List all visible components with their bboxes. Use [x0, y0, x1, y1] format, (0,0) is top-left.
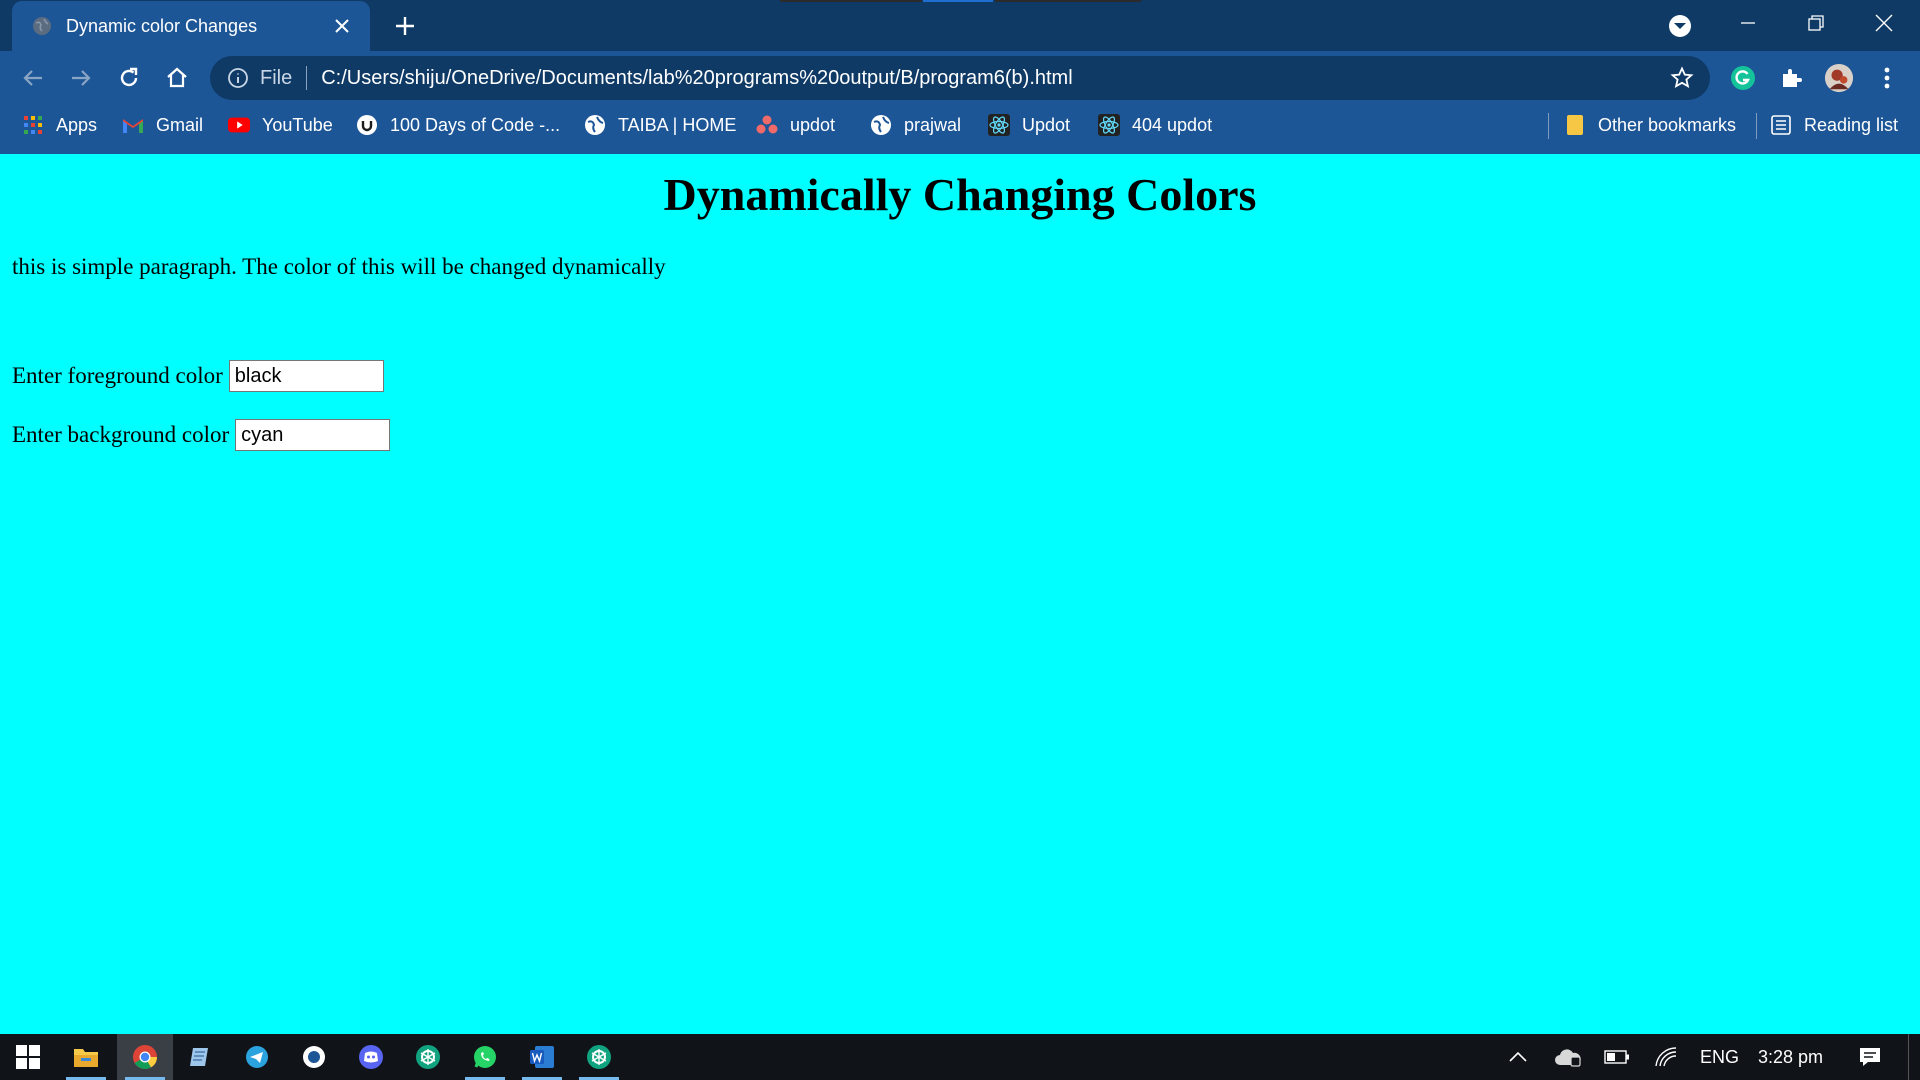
bookmark-gmail[interactable]: Gmail [122, 105, 203, 145]
bookmark-updot[interactable]: updot [756, 105, 835, 145]
address-scheme: File [260, 66, 293, 89]
close-window-button[interactable] [1850, 0, 1918, 46]
notifications-icon[interactable] [1858, 1034, 1882, 1080]
sample-paragraph: this is simple paragraph. The color of t… [12, 254, 666, 279]
globe-icon [33, 17, 51, 35]
info-icon[interactable] [226, 66, 250, 90]
telegram-taskbar-icon[interactable] [229, 1034, 285, 1080]
tab-title: Dynamic color Changes [66, 15, 258, 36]
react-icon [988, 114, 1010, 136]
bookmark-taiba-home[interactable]: TAIBA | HOME [584, 105, 736, 145]
battery-icon[interactable] [1604, 1034, 1630, 1080]
close-tab-icon[interactable] [328, 12, 356, 40]
youtube-icon [228, 114, 250, 136]
bookmark-label: prajwal [904, 114, 962, 135]
tab-active[interactable]: Dynamic color Changes [12, 1, 370, 51]
restore-button[interactable] [1782, 0, 1850, 46]
apps-grid-icon [22, 114, 44, 136]
bookmark-updot-react[interactable]: Updot [988, 105, 1070, 145]
bookmark-label: 404 updot [1132, 114, 1213, 135]
address-bar[interactable]: File C:/Users/shiju/OneDrive/Documents/l… [210, 56, 1710, 100]
browser-toolbar: File C:/Users/shiju/OneDrive/Documents/l… [0, 51, 1920, 105]
reading-list-icon [1770, 114, 1792, 136]
grammarly-extension-icon[interactable] [1728, 63, 1758, 93]
bookmark-label: Gmail [156, 114, 204, 135]
address-divider [306, 66, 308, 90]
notes-taskbar-icon[interactable] [172, 1034, 228, 1080]
chatgpt-taskbar-icon[interactable] [400, 1034, 456, 1080]
bookmarks-divider [1756, 113, 1757, 139]
whatsapp-taskbar-icon[interactable] [457, 1034, 513, 1080]
bookmark-prajwal[interactable]: prajwal [870, 105, 961, 145]
globe-icon [870, 114, 892, 136]
app-taskbar-icon[interactable] [286, 1034, 342, 1080]
folder-icon [1564, 114, 1586, 136]
back-button[interactable] [18, 63, 48, 93]
foreground-color-label: Enter foreground color [12, 363, 223, 388]
minimize-button[interactable] [1714, 0, 1782, 46]
background-color-input[interactable] [235, 419, 391, 451]
bookmark-100-days-of-code[interactable]: 100 Days of Code -... [356, 105, 560, 145]
bookmark-label: 100 Days of Code -... [390, 114, 561, 135]
tab-strip-marker [923, 0, 993, 2]
profile-avatar[interactable] [1824, 63, 1854, 93]
background-color-label: Enter background color [12, 422, 230, 447]
gmail-icon [122, 114, 144, 136]
bookmark-label: Updot [1022, 114, 1071, 135]
chatgpt-taskbar-icon-2[interactable] [571, 1034, 627, 1080]
foreground-color-row: Enter foreground color [12, 360, 384, 392]
show-desktop-divider[interactable] [1908, 1034, 1909, 1080]
show-hidden-icons-chevron-icon[interactable] [1508, 1034, 1528, 1080]
word-taskbar-icon[interactable] [514, 1034, 570, 1080]
bookmark-label: Apps [56, 114, 98, 135]
other-bookmarks-folder[interactable]: Other bookmarks [1564, 105, 1736, 145]
onedrive-cloud-icon[interactable] [1554, 1034, 1582, 1080]
foreground-color-input[interactable] [228, 360, 384, 392]
start-button[interactable] [0, 1034, 56, 1080]
forward-button[interactable] [66, 63, 96, 93]
page-heading: Dynamically Changing Colors [663, 169, 1257, 220]
extensions-puzzle-icon[interactable] [1776, 63, 1806, 93]
chrome-taskbar-icon[interactable] [117, 1034, 173, 1080]
reading-list-button[interactable]: Reading list [1770, 105, 1898, 145]
udemy-icon [356, 114, 378, 136]
bookmark-label: YouTube [262, 114, 333, 135]
reload-button[interactable] [114, 63, 144, 93]
react-icon [1098, 114, 1120, 136]
browser-title-bar: Dynamic color Changes [0, 0, 1920, 51]
menu-kebab-icon[interactable] [1872, 63, 1902, 93]
language-indicator[interactable]: ENG [1700, 1034, 1739, 1080]
asana-icon [756, 114, 778, 136]
background-color-row: Enter background color [12, 419, 391, 451]
reading-list-label: Reading list [1804, 114, 1899, 135]
globe-icon [584, 114, 606, 136]
bookmark-label: updot [790, 114, 836, 135]
bookmark-label: TAIBA | HOME [618, 114, 737, 135]
bookmark-404-updot[interactable]: 404 updot [1098, 105, 1212, 145]
discord-taskbar-icon[interactable] [343, 1034, 399, 1080]
bookmark-apps[interactable]: Apps [22, 105, 97, 145]
other-bookmarks-label: Other bookmarks [1598, 114, 1737, 135]
home-button[interactable] [162, 63, 192, 93]
windows-taskbar: ENG 3:28 pm [0, 1034, 1920, 1080]
tab-strip-marker [995, 0, 1141, 2]
new-tab-button[interactable] [390, 11, 420, 41]
bookmark-star-icon[interactable] [1670, 66, 1694, 90]
clock[interactable]: 3:28 pm [1758, 1034, 1823, 1080]
bookmarks-bar: Apps Gmail YouTube 100 Days of Code -...… [0, 105, 1920, 154]
wifi-icon[interactable] [1654, 1034, 1678, 1080]
tab-search-icon[interactable] [1666, 12, 1694, 40]
bookmarks-divider [1548, 113, 1549, 139]
address-url[interactable]: C:/Users/shiju/OneDrive/Documents/lab%20… [321, 67, 1072, 90]
page-content: Dynamically Changing Colors this is simp… [0, 154, 1920, 1034]
bookmark-youtube[interactable]: YouTube [228, 105, 333, 145]
tab-strip-marker [780, 0, 922, 2]
file-explorer-taskbar-icon[interactable] [58, 1034, 114, 1080]
